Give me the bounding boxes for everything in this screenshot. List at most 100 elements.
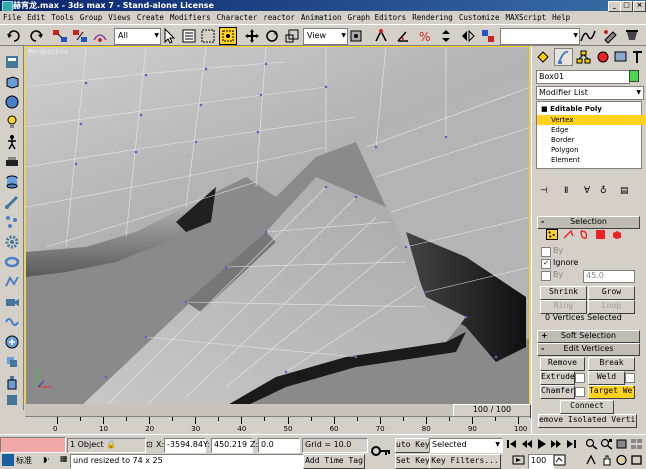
selection-filter-dropdown[interactable]: All	[114, 28, 161, 45]
hierarchy-tab-icon[interactable]	[575, 49, 592, 65]
extrude-settings-icon[interactable]	[575, 373, 585, 383]
chamfer-button[interactable]: Chamfer	[540, 385, 575, 399]
menu-customize[interactable]: Customize	[456, 11, 503, 24]
remove-button[interactable]: Remove	[540, 357, 585, 371]
element-mode-icon[interactable]	[611, 229, 622, 240]
camera-create-icon[interactable]	[4, 294, 20, 310]
select-icon[interactable]	[161, 28, 177, 44]
key-mode-toggle-icon[interactable]	[512, 454, 525, 466]
menu-views[interactable]: Views	[105, 11, 134, 24]
edit-vertices-rollout-header[interactable]: - Edit Vertices	[537, 343, 640, 356]
current-frame-field[interactable]: 100	[528, 454, 554, 469]
plugin-icon[interactable]	[4, 392, 20, 408]
vertex-mode-icon[interactable]	[546, 229, 558, 240]
object-name-field[interactable]: Box01	[536, 70, 630, 84]
connect-button[interactable]: Connect	[560, 400, 614, 414]
curve-editor-icon[interactable]	[580, 28, 596, 44]
helper-icon[interactable]	[4, 154, 20, 170]
menu-file[interactable]: File	[0, 11, 24, 24]
stack-item-polygon[interactable]: Polygon	[537, 145, 646, 155]
by-angle-checkbox[interactable]	[541, 271, 551, 281]
abs-mode-icon[interactable]: ⊡	[146, 440, 153, 449]
bone-icon[interactable]	[4, 194, 20, 210]
menu-modifiers[interactable]: Modifiers	[167, 11, 214, 24]
key-icon[interactable]	[370, 441, 392, 461]
zoom-icon[interactable]	[585, 438, 598, 450]
next-frame-icon[interactable]	[550, 438, 563, 450]
undo-icon[interactable]	[6, 28, 22, 44]
angle-snap-icon[interactable]	[395, 28, 411, 44]
mirror-icon[interactable]	[460, 28, 476, 44]
field-of-view-icon[interactable]	[585, 454, 598, 466]
menu-help[interactable]: Help	[549, 11, 573, 24]
torus-create-icon[interactable]	[4, 254, 20, 270]
pivot-icon[interactable]	[348, 28, 364, 44]
border-mode-icon[interactable]	[578, 229, 590, 240]
select-link-icon[interactable]	[52, 28, 68, 44]
viewport-label[interactable]: Perspective	[28, 48, 69, 56]
box-create-icon[interactable]	[4, 74, 20, 90]
shape-create-icon[interactable]	[4, 274, 20, 290]
redo-icon[interactable]	[28, 28, 44, 44]
bind-spacewarp-icon[interactable]	[92, 28, 108, 44]
sphere-create-icon[interactable]	[4, 94, 20, 110]
play-icon[interactable]	[535, 438, 548, 450]
biped-icon[interactable]	[4, 134, 20, 150]
rect-region-icon[interactable]	[200, 28, 216, 44]
pan-icon[interactable]	[600, 454, 613, 466]
go-to-start-icon[interactable]	[505, 438, 518, 450]
menu-create[interactable]: Create	[134, 11, 167, 24]
window-crossing-icon[interactable]	[219, 27, 237, 45]
soft-selection-rollout-header[interactable]: + Soft Selection	[537, 330, 640, 343]
target-weld-button[interactable]: Target Wel	[588, 385, 635, 399]
x-coordinate-field[interactable]: -3594.84	[164, 438, 206, 453]
grow-button[interactable]: Grow	[588, 286, 635, 300]
edge-mode-icon[interactable]	[563, 229, 575, 240]
ime-punct-icon[interactable]: ◗·	[43, 455, 50, 464]
extrude-button[interactable]: Extrude	[540, 371, 575, 385]
angle-spinner[interactable]: 45.0	[583, 270, 635, 283]
menu-rendering[interactable]: Rendering	[409, 11, 456, 24]
selection-rollout-header[interactable]: - Selection	[537, 216, 640, 229]
stack-item-element[interactable]: Element	[537, 155, 646, 165]
menu-animation[interactable]: Animation	[298, 11, 345, 24]
shrink-button[interactable]: Shrink	[540, 286, 587, 300]
remove-modifier-icon[interactable]: ♁	[600, 186, 607, 196]
layer-manager-icon[interactable]	[4, 54, 20, 70]
menu-edit[interactable]: Edit	[24, 11, 48, 24]
reference-coord-dropdown[interactable]: View	[303, 28, 348, 45]
snap-icon[interactable]	[373, 28, 389, 44]
zoom-extents-icon[interactable]	[615, 438, 628, 450]
percent-snap-icon[interactable]: %	[417, 28, 433, 44]
set-key-button[interactable]: Set Key	[395, 454, 430, 469]
stack-item-vertex[interactable]: Vertex	[537, 115, 646, 125]
object-color-swatch[interactable]	[629, 70, 639, 82]
time-config-icon[interactable]	[553, 454, 566, 466]
menu-maxscript[interactable]: MAXScript	[502, 11, 549, 24]
cylinder-create-icon[interactable]	[4, 174, 20, 190]
light-create-icon[interactable]	[4, 114, 20, 130]
maxscript-listener[interactable]	[0, 437, 66, 453]
particle-icon[interactable]	[4, 214, 20, 230]
by-vertex-checkbox[interactable]	[541, 247, 551, 257]
menu-tools[interactable]: Tools	[48, 11, 77, 24]
render-icon[interactable]	[602, 28, 618, 44]
scale-icon[interactable]	[284, 28, 300, 44]
named-selection-dropdown[interactable]	[500, 28, 580, 45]
zoom-all-icon[interactable]	[600, 438, 613, 450]
configure-sets-icon[interactable]: ▤	[620, 186, 629, 196]
quick-render-icon[interactable]	[624, 28, 640, 44]
stack-item-border[interactable]: Border	[537, 135, 646, 145]
modifier-list-dropdown[interactable]: Modifier List ▼	[536, 86, 644, 100]
align-icon[interactable]	[480, 28, 496, 44]
key-filters-button[interactable]: Key Filters...	[429, 454, 501, 469]
ime-icon[interactable]	[2, 454, 14, 466]
polygon-mode-icon[interactable]	[596, 230, 605, 239]
go-to-end-icon[interactable]	[565, 438, 578, 450]
menu-graph-editors[interactable]: Graph Editors	[344, 11, 409, 24]
chamfer-settings-icon[interactable]	[575, 387, 585, 397]
close-button[interactable]: ×	[633, 1, 646, 12]
create-tab-icon[interactable]	[535, 49, 552, 65]
menu-group[interactable]: Group	[77, 11, 106, 24]
motion-tab-icon[interactable]	[595, 49, 612, 65]
